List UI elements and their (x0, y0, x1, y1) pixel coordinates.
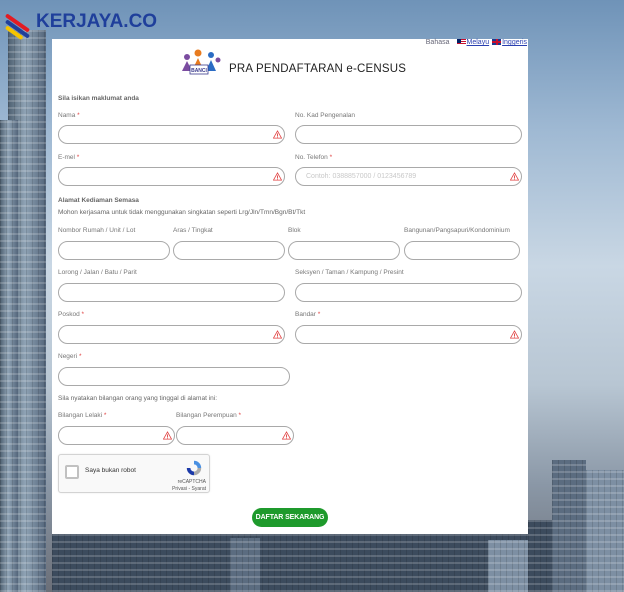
ic-input[interactable] (295, 125, 522, 144)
logo-text: KERJAYA.CO (36, 11, 158, 32)
ic-label: No. Kad Pengenalan (295, 112, 355, 119)
language-label: Bahasa (425, 39, 450, 46)
warning-icon (273, 130, 282, 139)
block-label: Blok (288, 227, 301, 234)
state-label: Negeri * (58, 353, 82, 360)
recaptcha-icon (186, 460, 202, 476)
floor-label: Aras / Tingkat (173, 227, 213, 234)
floor-input[interactable] (173, 241, 285, 260)
recaptcha-widget: Saya bukan robot reCAPTCHA Privasi - Sya… (58, 454, 210, 493)
address-note: Mohon kerjasama untuk tidak menggunakan … (58, 209, 306, 216)
phone-input[interactable]: Contoh: 0388857000 / 0123456789 (295, 167, 522, 186)
postcode-label: Poskod * (58, 311, 85, 318)
nama-input[interactable] (58, 125, 285, 144)
language-switcher: Bahasa Melayu Inggeris (426, 39, 527, 46)
uk-flag-icon (492, 39, 502, 46)
warning-icon (282, 431, 291, 440)
recaptcha-label: Saya bukan robot (85, 467, 136, 474)
building-input[interactable] (404, 241, 520, 260)
warning-icon (273, 172, 282, 181)
phone-label: No. Telefon * (295, 154, 333, 161)
lang-english-link[interactable]: Inggeris (502, 39, 527, 46)
street-label: Lorong / Jalan / Batu / Parit (58, 269, 137, 276)
warning-icon (510, 330, 519, 339)
lang-malay-link[interactable]: Melayu (467, 39, 490, 46)
registration-form: Bahasa Melayu Inggeris BANCI PRA PENDAFT… (52, 39, 528, 534)
malaysia-flag-icon (456, 39, 466, 46)
email-input[interactable] (58, 167, 285, 186)
city-input[interactable] (295, 325, 522, 344)
female-count-input[interactable] (176, 426, 294, 445)
city-label: Bandar * (295, 311, 321, 318)
census-logo-text: BANCI (191, 68, 207, 74)
house-label: Nombor Rumah / Unit / Lot (58, 227, 136, 234)
logo-stripes-icon (4, 11, 34, 41)
intro-text: Sila isikan maklumat anda (58, 95, 139, 102)
form-header: BANCI PRA PENDAFTARAN e-CENSUS (178, 47, 406, 77)
male-count-input[interactable] (58, 426, 175, 445)
warning-icon (273, 330, 282, 339)
section-label: Seksyen / Taman / Kampung / Presint (295, 269, 404, 276)
page-title: PRA PENDAFTARAN e-CENSUS (229, 63, 407, 75)
address-section-title: Alamat Kediaman Semasa (58, 197, 139, 204)
street-input[interactable] (58, 283, 285, 302)
house-input[interactable] (58, 241, 170, 260)
census-logo-icon: BANCI (182, 49, 221, 75)
postcode-input[interactable] (58, 325, 285, 344)
nama-label: Nama * (58, 112, 80, 119)
email-label: E-mel * (58, 154, 80, 161)
phone-placeholder: Contoh: 0388857000 / 0123456789 (306, 173, 417, 180)
state-select[interactable] (58, 367, 290, 386)
building-label: Bangunan/Pangsapuri/Kondominium (404, 227, 510, 234)
block-input[interactable] (288, 241, 400, 260)
male-label: Bilangan Lelaki * (58, 412, 107, 419)
female-label: Bilangan Perempuan * (176, 412, 242, 419)
warning-icon (163, 431, 172, 440)
section-input[interactable] (295, 283, 522, 302)
household-note: Sila nyatakan bilangan orang yang tingga… (58, 395, 217, 402)
warning-icon (510, 172, 519, 181)
recaptcha-links[interactable]: Privasi - Syarat (172, 486, 206, 493)
submit-button[interactable]: DAFTAR SEKARANG (252, 508, 328, 527)
recaptcha-checkbox[interactable] (65, 465, 79, 479)
kerjaya-logo[interactable]: KERJAYA.CO (4, 11, 158, 41)
recaptcha-brand: reCAPTCHA Privasi - Syarat (172, 479, 206, 493)
recaptcha-brand-text: reCAPTCHA (177, 479, 206, 485)
